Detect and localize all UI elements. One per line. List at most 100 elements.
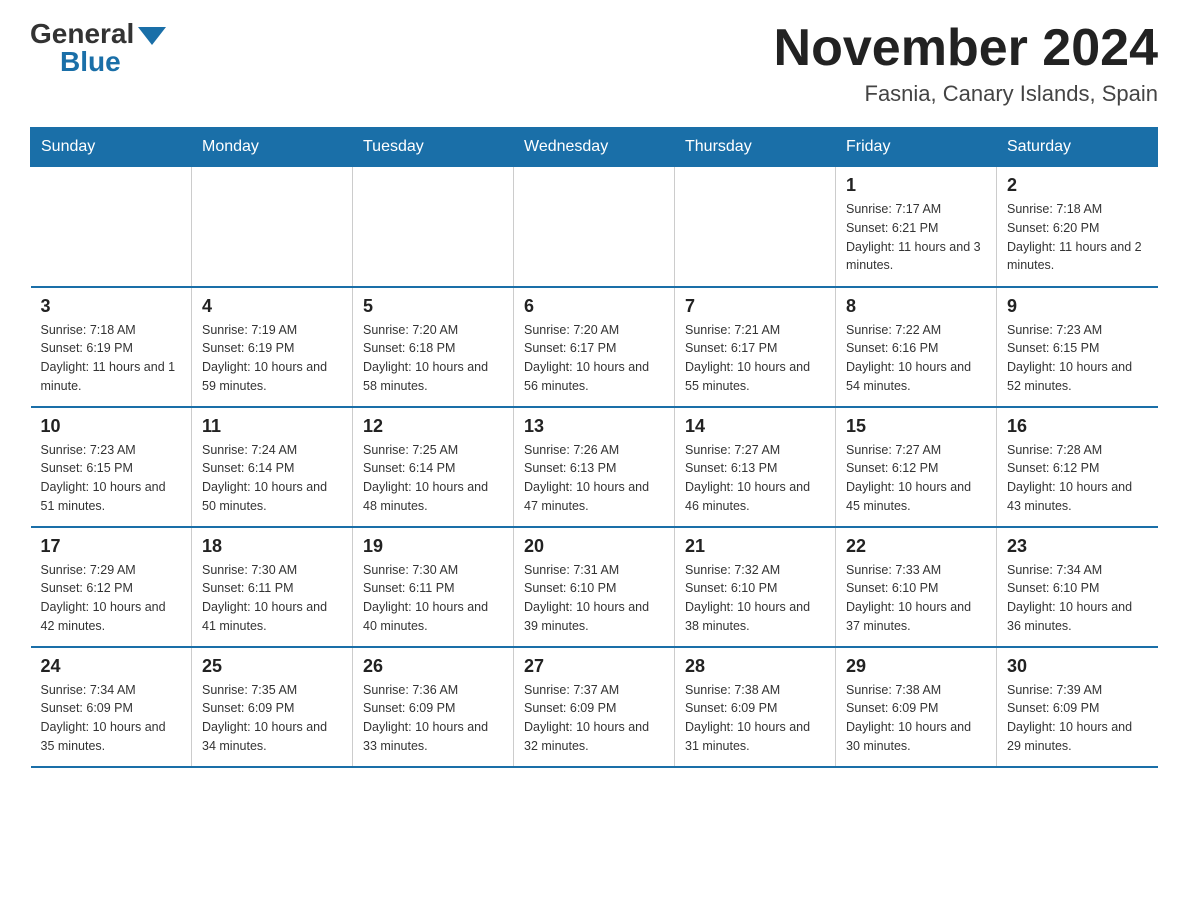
day-number: 28 [685, 656, 825, 677]
calendar-cell: 21 Sunrise: 7:32 AM Sunset: 6:10 PM Dayli… [675, 527, 836, 647]
weekday-header-sunday: Sunday [31, 128, 192, 167]
title-block: November 2024 Fasnia, Canary Islands, Sp… [774, 20, 1158, 107]
calendar-cell: 13 Sunrise: 7:26 AM Sunset: 6:13 PM Dayli… [514, 407, 675, 527]
calendar-cell: 9 Sunrise: 7:23 AM Sunset: 6:15 PM Daylig… [997, 287, 1158, 407]
day-number: 10 [41, 416, 182, 437]
logo-blue-text: Blue [60, 48, 121, 76]
calendar-week-row: 10 Sunrise: 7:23 AM Sunset: 6:15 PM Dayli… [31, 407, 1158, 527]
day-info: Sunrise: 7:18 AM Sunset: 6:19 PM Dayligh… [41, 321, 182, 396]
day-number: 24 [41, 656, 182, 677]
day-number: 9 [1007, 296, 1148, 317]
calendar-cell: 23Sunrise: 7:34 AM Sunset: 6:10 PM Dayli… [997, 527, 1158, 647]
day-info: Sunrise: 7:33 AM Sunset: 6:10 PM Dayligh… [846, 561, 986, 636]
calendar-week-row: 24 Sunrise: 7:34 AM Sunset: 6:09 PM Dayli… [31, 647, 1158, 767]
calendar-cell: 20 Sunrise: 7:31 AM Sunset: 6:10 PM Dayli… [514, 527, 675, 647]
calendar-week-row: 1Sunrise: 7:17 AM Sunset: 6:21 PM Daylig… [31, 167, 1158, 287]
day-info: Sunrise: 7:22 AM Sunset: 6:16 PM Dayligh… [846, 321, 986, 396]
day-number: 8 [846, 296, 986, 317]
day-number: 19 [363, 536, 503, 557]
calendar-week-row: 17 Sunrise: 7:29 AM Sunset: 6:12 PM Dayli… [31, 527, 1158, 647]
calendar-cell: 12 Sunrise: 7:25 AM Sunset: 6:14 PM Dayli… [353, 407, 514, 527]
day-number: 12 [363, 416, 503, 437]
calendar-cell: 5Sunrise: 7:20 AM Sunset: 6:18 PM Daylig… [353, 287, 514, 407]
calendar-cell: 27Sunrise: 7:37 AM Sunset: 6:09 PM Dayli… [514, 647, 675, 767]
day-info: Sunrise: 7:23 AM Sunset: 6:15 PM Dayligh… [1007, 321, 1148, 396]
logo-triangle-icon [138, 27, 166, 45]
calendar-cell: 25 Sunrise: 7:35 AM Sunset: 6:09 PM Dayli… [192, 647, 353, 767]
day-number: 20 [524, 536, 664, 557]
day-info: Sunrise: 7:37 AM Sunset: 6:09 PM Dayligh… [524, 681, 664, 756]
day-info: Sunrise: 7:32 AM Sunset: 6:10 PM Dayligh… [685, 561, 825, 636]
day-number: 6 [524, 296, 664, 317]
logo-general-text: General [30, 20, 134, 48]
day-info: Sunrise: 7:18 AM Sunset: 6:20 PM Dayligh… [1007, 200, 1148, 275]
weekday-header-monday: Monday [192, 128, 353, 167]
day-info: Sunrise: 7:34 AM Sunset: 6:10 PM Dayligh… [1007, 561, 1148, 636]
day-number: 22 [846, 536, 986, 557]
day-info: Sunrise: 7:36 AM Sunset: 6:09 PM Dayligh… [363, 681, 503, 756]
weekday-header-row: SundayMondayTuesdayWednesdayThursdayFrid… [31, 128, 1158, 167]
calendar-cell: 15Sunrise: 7:27 AM Sunset: 6:12 PM Dayli… [836, 407, 997, 527]
calendar-cell: 18Sunrise: 7:30 AM Sunset: 6:11 PM Dayli… [192, 527, 353, 647]
logo: General Blue [30, 20, 166, 76]
calendar-cell: 24 Sunrise: 7:34 AM Sunset: 6:09 PM Dayli… [31, 647, 192, 767]
page-header: General Blue November 2024 Fasnia, Canar… [30, 20, 1158, 107]
calendar-cell: 10 Sunrise: 7:23 AM Sunset: 6:15 PM Dayli… [31, 407, 192, 527]
day-number: 11 [202, 416, 342, 437]
weekday-header-wednesday: Wednesday [514, 128, 675, 167]
calendar-cell: 26Sunrise: 7:36 AM Sunset: 6:09 PM Dayli… [353, 647, 514, 767]
day-number: 29 [846, 656, 986, 677]
day-number: 18 [202, 536, 342, 557]
day-number: 3 [41, 296, 182, 317]
calendar-title: November 2024 [774, 20, 1158, 77]
calendar-cell: 17 Sunrise: 7:29 AM Sunset: 6:12 PM Dayli… [31, 527, 192, 647]
calendar-cell [675, 167, 836, 287]
calendar-cell: 4 Sunrise: 7:19 AM Sunset: 6:19 PM Daylig… [192, 287, 353, 407]
calendar-cell [31, 167, 192, 287]
day-info: Sunrise: 7:23 AM Sunset: 6:15 PM Dayligh… [41, 441, 182, 516]
day-info: Sunrise: 7:35 AM Sunset: 6:09 PM Dayligh… [202, 681, 342, 756]
calendar-cell: 29 Sunrise: 7:38 AM Sunset: 6:09 PM Dayli… [836, 647, 997, 767]
day-info: Sunrise: 7:34 AM Sunset: 6:09 PM Dayligh… [41, 681, 182, 756]
day-info: Sunrise: 7:31 AM Sunset: 6:10 PM Dayligh… [524, 561, 664, 636]
day-number: 30 [1007, 656, 1148, 677]
calendar-cell [514, 167, 675, 287]
calendar-cell: 6 Sunrise: 7:20 AM Sunset: 6:17 PM Daylig… [514, 287, 675, 407]
day-number: 4 [202, 296, 342, 317]
calendar-cell: 22 Sunrise: 7:33 AM Sunset: 6:10 PM Dayli… [836, 527, 997, 647]
weekday-header-thursday: Thursday [675, 128, 836, 167]
day-info: Sunrise: 7:26 AM Sunset: 6:13 PM Dayligh… [524, 441, 664, 516]
calendar-cell: 3 Sunrise: 7:18 AM Sunset: 6:19 PM Daylig… [31, 287, 192, 407]
day-info: Sunrise: 7:28 AM Sunset: 6:12 PM Dayligh… [1007, 441, 1148, 516]
calendar-cell: 28 Sunrise: 7:38 AM Sunset: 6:09 PM Dayli… [675, 647, 836, 767]
calendar-cell: 2 Sunrise: 7:18 AM Sunset: 6:20 PM Daylig… [997, 167, 1158, 287]
day-number: 1 [846, 175, 986, 196]
day-info: Sunrise: 7:38 AM Sunset: 6:09 PM Dayligh… [685, 681, 825, 756]
day-number: 2 [1007, 175, 1148, 196]
day-info: Sunrise: 7:21 AM Sunset: 6:17 PM Dayligh… [685, 321, 825, 396]
calendar-cell: 19 Sunrise: 7:30 AM Sunset: 6:11 PM Dayli… [353, 527, 514, 647]
calendar-cell: 8 Sunrise: 7:22 AM Sunset: 6:16 PM Daylig… [836, 287, 997, 407]
day-info: Sunrise: 7:30 AM Sunset: 6:11 PM Dayligh… [363, 561, 503, 636]
day-number: 25 [202, 656, 342, 677]
weekday-header-saturday: Saturday [997, 128, 1158, 167]
day-number: 13 [524, 416, 664, 437]
day-number: 16 [1007, 416, 1148, 437]
calendar-cell: 14 Sunrise: 7:27 AM Sunset: 6:13 PM Dayli… [675, 407, 836, 527]
day-number: 7 [685, 296, 825, 317]
calendar-cell: 11Sunrise: 7:24 AM Sunset: 6:14 PM Dayli… [192, 407, 353, 527]
calendar-cell [192, 167, 353, 287]
day-number: 14 [685, 416, 825, 437]
day-info: Sunrise: 7:20 AM Sunset: 6:17 PM Dayligh… [524, 321, 664, 396]
day-info: Sunrise: 7:25 AM Sunset: 6:14 PM Dayligh… [363, 441, 503, 516]
day-number: 17 [41, 536, 182, 557]
calendar-cell [353, 167, 514, 287]
day-info: Sunrise: 7:38 AM Sunset: 6:09 PM Dayligh… [846, 681, 986, 756]
day-info: Sunrise: 7:20 AM Sunset: 6:18 PM Dayligh… [363, 321, 503, 396]
day-info: Sunrise: 7:29 AM Sunset: 6:12 PM Dayligh… [41, 561, 182, 636]
day-info: Sunrise: 7:39 AM Sunset: 6:09 PM Dayligh… [1007, 681, 1148, 756]
day-number: 15 [846, 416, 986, 437]
day-info: Sunrise: 7:27 AM Sunset: 6:13 PM Dayligh… [685, 441, 825, 516]
day-info: Sunrise: 7:19 AM Sunset: 6:19 PM Dayligh… [202, 321, 342, 396]
day-number: 21 [685, 536, 825, 557]
